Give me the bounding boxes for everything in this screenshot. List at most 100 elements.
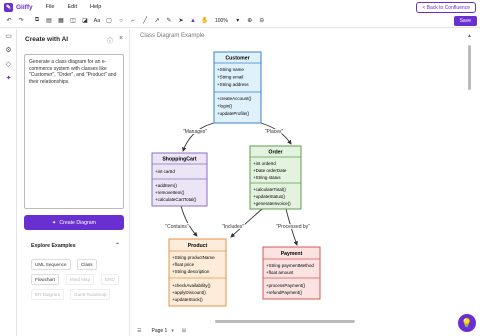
order-title: Order — [268, 150, 282, 156]
add-page-icon[interactable]: ⊞ — [182, 328, 186, 334]
payment-attribute: +String paymentMethod — [266, 263, 314, 268]
order-attribute: +int orderId — [253, 161, 276, 166]
example-class[interactable]: Class — [77, 259, 97, 270]
customer-method: +updateProfile() — [217, 111, 250, 116]
example-er-diagram[interactable]: ER Diagram — [31, 289, 65, 300]
menu-help[interactable]: Help — [90, 4, 101, 10]
arrow-icon[interactable]: ↗ — [151, 15, 163, 27]
chevron-up-icon[interactable]: ⌃ — [115, 242, 120, 249]
zoom-in-icon[interactable]: ⊕ — [244, 15, 256, 27]
prompt-textarea[interactable]: Generate a class diagram for an e-commer… — [24, 54, 124, 209]
label-processed-by: "Processed by" — [276, 224, 310, 230]
order-method: +updateStatus() — [253, 194, 286, 199]
zoom-level[interactable]: 100% — [215, 18, 228, 24]
scroll-up-icon[interactable]: ▲ — [467, 33, 472, 39]
example-erd[interactable]: ERD — [101, 274, 119, 285]
payment-method: +refundPayment() — [266, 290, 303, 295]
corner-line-icon[interactable]: ⌐ — [127, 15, 139, 27]
create-with-ai-panel: Create with AI ⓘ × Generate a class diag… — [17, 29, 130, 336]
shapes-icon[interactable]: ◇ — [0, 57, 17, 71]
menu-file[interactable]: File — [46, 4, 55, 10]
copy-style-icon[interactable]: ⧉ — [31, 15, 43, 27]
example-mind-map[interactable]: Mind Map — [66, 274, 95, 285]
zoom-out-icon[interactable]: ⊖ — [256, 15, 268, 27]
class-product[interactable]: Product +String productName +float price… — [168, 238, 227, 307]
save-button[interactable]: Save — [453, 16, 477, 26]
cart-method: +removeItem() — [155, 190, 185, 195]
create-diagram-button[interactable]: ✦ Create Diagram — [24, 215, 124, 230]
info-icon[interactable]: ⓘ — [107, 36, 113, 45]
customer-attribute: +String address — [217, 82, 249, 87]
label-places: "Places" — [265, 129, 284, 135]
label-includes: "Includes" — [222, 224, 244, 230]
horizontal-scroll-thumb[interactable] — [215, 320, 355, 323]
page-tab[interactable]: Page 1 — [151, 328, 167, 334]
back-to-confluence-button[interactable]: < Back to Confluence — [416, 2, 476, 13]
page-menu-icon[interactable]: ☰ — [137, 328, 141, 334]
left-rail: ▭ ⚙ ◇ ✦ — [0, 29, 17, 336]
connector-manages[interactable] — [182, 122, 215, 152]
document-icon[interactable]: ▭ — [0, 29, 17, 43]
redo-icon[interactable]: ↷ — [15, 15, 27, 27]
page-bar: ☰ Page 1 ▾ ⊞ — [131, 325, 462, 336]
cart-title: ShoppingCart — [162, 157, 197, 163]
customer-method: +login() — [217, 104, 233, 109]
settings-icon[interactable]: ⚙ — [0, 43, 17, 57]
gliffy-logo-icon: ✎ — [4, 2, 13, 12]
select-icon[interactable]: ▲ — [187, 15, 199, 27]
pan-icon[interactable]: ✋ — [199, 15, 211, 27]
pointer-icon[interactable]: ➤ — [175, 15, 187, 27]
examples-heading: Explore Examples — [31, 243, 76, 249]
ellipse-icon[interactable]: ○ — [115, 15, 127, 27]
product-method: +applyDiscount() — [172, 290, 206, 295]
format-icon[interactable]: ▦ — [55, 15, 67, 27]
class-payment[interactable]: Payment +String paymentMethod +float amo… — [262, 246, 321, 300]
menu-bar: ✎ Gliffy File Edit Help — [0, 0, 480, 14]
zoom-dropdown-icon[interactable]: ▾ — [232, 15, 244, 27]
example-uml-sequence[interactable]: UML Sequence — [31, 259, 71, 270]
order-attribute: +String status — [253, 175, 281, 180]
class-order[interactable]: Order +int orderId +Date orderDate +Stri… — [249, 145, 302, 210]
order-method: +calculateTotal() — [253, 187, 286, 192]
menu-edit[interactable]: Edit — [68, 4, 77, 10]
text-icon[interactable]: Aa — [91, 15, 103, 27]
connector-includes[interactable] — [230, 208, 263, 238]
undo-icon[interactable]: ↶ — [3, 15, 15, 27]
payment-method: +processPayment() — [266, 283, 306, 288]
cart-method: +addItem() — [155, 183, 177, 188]
product-title: Product — [188, 243, 208, 249]
pencil-icon[interactable]: ✎ — [163, 15, 175, 27]
app-name: Gliffy — [16, 3, 33, 11]
ai-sparkle-icon[interactable]: ✦ — [0, 71, 17, 85]
close-icon[interactable]: × — [119, 35, 123, 42]
fill-icon[interactable]: ◪ — [79, 15, 91, 27]
vertical-scroll-thumb[interactable] — [468, 45, 471, 90]
label-contains: "Contains" — [165, 224, 189, 230]
customer-attribute: +String email — [217, 75, 243, 80]
customer-attribute: +String name — [217, 67, 244, 72]
create-diagram-label: Create Diagram — [59, 219, 96, 226]
customer-title: Customer — [225, 56, 249, 62]
diagram-canvas[interactable]: Class Diagram Example "Manages" "Places"… — [131, 29, 462, 319]
payment-title: Payment — [281, 251, 303, 257]
product-method: +checkAvailability() — [172, 283, 211, 288]
app-logo[interactable]: ✎ Gliffy — [4, 2, 33, 12]
paste-style-icon[interactable]: ▤ — [43, 15, 55, 27]
product-attribute: +float price — [172, 262, 195, 267]
connector-contains[interactable] — [180, 205, 198, 237]
order-attribute: +Date orderDate — [253, 168, 287, 173]
example-gantt-roadmap[interactable]: Gantt Roadmap — [70, 289, 111, 300]
chevron-down-icon[interactable]: ▾ — [171, 328, 174, 334]
layers-icon[interactable]: ◫ — [67, 15, 79, 27]
class-shoppingcart[interactable]: ShoppingCart +int cartId +addItem() +rem… — [151, 152, 208, 207]
example-flowchart[interactable]: Flowchart — [31, 274, 59, 285]
product-attribute: +String description — [172, 269, 210, 274]
lightbulb-help-icon[interactable]: 💡 — [458, 314, 476, 332]
product-method: +updateStock() — [172, 297, 203, 302]
label-manages: "Manages" — [183, 129, 207, 135]
payment-attribute: +float amount — [266, 270, 294, 275]
line-icon[interactable]: ╱ — [139, 15, 151, 27]
vertical-scrollbar[interactable]: ▲ — [462, 29, 480, 319]
rectangle-icon[interactable]: ▢ — [103, 15, 115, 27]
class-customer[interactable]: Customer +String name +String email +Str… — [213, 51, 262, 124]
